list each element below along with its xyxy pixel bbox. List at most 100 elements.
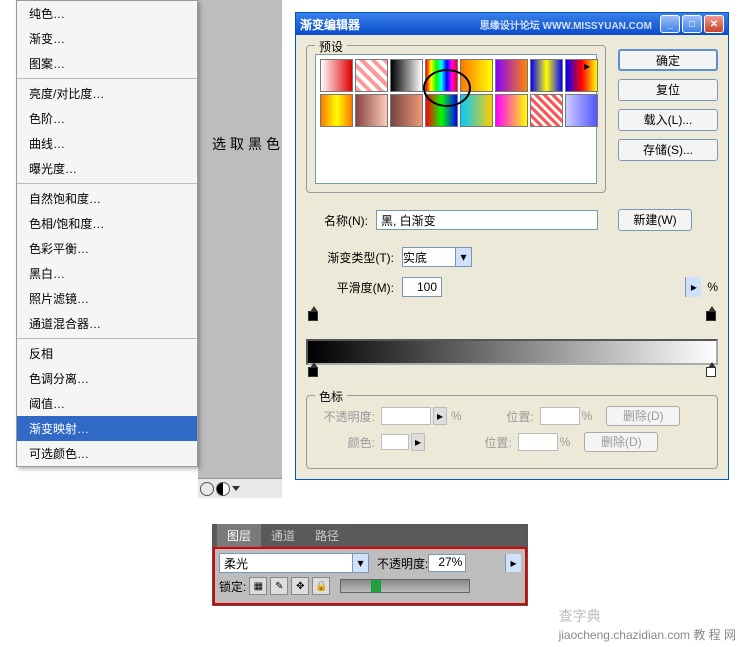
menu-item[interactable]: 可选颜色… [17, 441, 197, 466]
percent-label: % [560, 435, 571, 449]
lock-all-icon[interactable]: 🔒 [312, 577, 330, 595]
name-label: 名称(N): [306, 212, 376, 229]
chevron-right-icon[interactable]: ▸ [505, 554, 521, 572]
preset-swatch[interactable] [320, 59, 353, 92]
smooth-label: 平滑度(M): [306, 279, 402, 296]
menu-item[interactable]: 图案… [17, 51, 197, 76]
preset-swatch[interactable] [320, 94, 353, 127]
opacity-stop-right[interactable] [706, 311, 716, 321]
minimize-icon[interactable]: _ [660, 15, 680, 33]
color-label: 颜色: [317, 434, 381, 451]
preset-swatch[interactable] [390, 94, 423, 127]
opacity-label: 不透明度: [317, 408, 381, 425]
layers-panel: 图层通道路径 柔光 ▾ 不透明度: 27% ▸ 锁定: ▦ ✎ ✥ 🔒 [212, 524, 528, 606]
preset-swatch[interactable] [495, 94, 528, 127]
lock-label: 锁定: [219, 578, 246, 595]
tab[interactable]: 图层 [217, 524, 261, 547]
circle-icon [200, 482, 214, 496]
type-select[interactable]: 实底 ▾ [402, 247, 472, 267]
menu-item[interactable]: 曝光度… [17, 156, 197, 181]
stops-label: 色标 [315, 388, 347, 405]
smooth-input[interactable] [402, 277, 442, 297]
title-bar[interactable]: 渐变编辑器 思缘设计论坛 WWW.MISSYUAN.COM _ □ ✕ [296, 13, 728, 35]
ok-button[interactable]: 确定 [618, 49, 718, 71]
gradient-preview[interactable] [306, 339, 718, 365]
preset-swatch[interactable] [460, 59, 493, 92]
slider-thumb[interactable] [371, 580, 381, 592]
adjustment-menu: 纯色…渐变…图案…亮度/对比度…色阶…曲线…曝光度…自然饱和度…色相/饱和度…色… [16, 0, 198, 467]
menu-item[interactable]: 渐变… [17, 26, 197, 51]
load-button[interactable]: 载入(L)... [618, 109, 718, 131]
preset-swatch[interactable] [355, 94, 388, 127]
preset-swatch[interactable] [390, 59, 423, 92]
gradient-editor-dialog: 渐变编辑器 思缘设计论坛 WWW.MISSYUAN.COM _ □ ✕ 预设 ▸… [295, 12, 729, 480]
opacity-stop-left[interactable] [308, 311, 318, 321]
percent-label: % [451, 409, 462, 423]
preset-swatch[interactable] [355, 59, 388, 92]
menu-item[interactable]: 反相 [17, 341, 197, 366]
tab[interactable]: 路径 [305, 524, 349, 547]
lock-paint-icon[interactable]: ✎ [270, 577, 288, 595]
preset-swatch[interactable] [565, 94, 598, 127]
menu-item[interactable]: 纯色… [17, 1, 197, 26]
chevron-down-icon: ▾ [455, 248, 471, 266]
delete-button: 删除(D) [584, 432, 658, 452]
opacity-label: 不透明度: [377, 555, 428, 572]
presets-label: 预设 [315, 38, 347, 55]
position-input [518, 433, 558, 451]
lock-transparency-icon[interactable]: ▦ [249, 577, 267, 595]
close-icon[interactable]: ✕ [704, 15, 724, 33]
new-button[interactable]: 新建(W) [618, 209, 692, 231]
reset-button[interactable]: 复位 [618, 79, 718, 101]
menu-item[interactable]: 色彩平衡… [17, 236, 197, 261]
presets-group: 预设 ▸ [306, 45, 606, 193]
percent-label: % [582, 409, 593, 423]
menu-item[interactable]: 色相/饱和度… [17, 211, 197, 236]
dropdown-arrow-icon [232, 486, 240, 491]
color-swatch [381, 434, 409, 450]
menu-item[interactable]: 亮度/对比度… [17, 81, 197, 106]
preset-swatch[interactable] [565, 59, 598, 92]
color-stop-right[interactable] [706, 367, 716, 377]
stops-group: 色标 不透明度: ▸ % 位置: % 删除(D) 颜色: ▸ % 位置: % 删… [306, 395, 718, 469]
chevron-right-icon[interactable]: ▸ [685, 277, 701, 297]
dialog-title: 渐变编辑器 [300, 16, 480, 33]
page-watermark: 查字典 jiaocheng.chazidian.com 教 程 网 [559, 606, 736, 643]
preset-swatch[interactable] [530, 59, 563, 92]
status-bar [198, 478, 282, 498]
preset-swatch[interactable] [425, 59, 458, 92]
menu-item[interactable]: 阈值… [17, 391, 197, 416]
preset-menu-icon[interactable]: ▸ [584, 59, 590, 73]
chevron-right-icon: ▸ [411, 433, 425, 451]
opacity-slider[interactable] [340, 579, 470, 593]
half-circle-icon [216, 482, 230, 496]
position-label: 位置: [476, 408, 540, 425]
menu-item[interactable]: 照片滤镜… [17, 286, 197, 311]
menu-item[interactable]: 曲线… [17, 131, 197, 156]
menu-item[interactable]: 色阶… [17, 106, 197, 131]
position-input [540, 407, 580, 425]
name-input[interactable] [376, 210, 598, 230]
menu-item[interactable]: 渐变映射… [17, 416, 197, 441]
delete-button: 删除(D) [606, 406, 680, 426]
lock-position-icon[interactable]: ✥ [291, 577, 309, 595]
preset-swatch[interactable] [495, 59, 528, 92]
maximize-icon[interactable]: □ [682, 15, 702, 33]
preset-swatch[interactable] [460, 94, 493, 127]
color-stop-left[interactable] [308, 367, 318, 377]
menu-item[interactable]: 自然饱和度… [17, 186, 197, 211]
menu-item[interactable]: 通道混合器… [17, 311, 197, 336]
chevron-down-icon: ▾ [352, 554, 368, 572]
preset-swatch[interactable] [530, 94, 563, 127]
preset-swatch[interactable] [425, 94, 458, 127]
position-label: 位置: [454, 434, 518, 451]
blend-mode-select[interactable]: 柔光 ▾ [219, 553, 369, 573]
save-button[interactable]: 存储(S)... [618, 139, 718, 161]
chevron-right-icon: ▸ [433, 407, 447, 425]
menu-item[interactable]: 色调分离… [17, 366, 197, 391]
opacity-value[interactable]: 27% [428, 554, 466, 572]
type-label: 渐变类型(T): [306, 249, 402, 266]
tab[interactable]: 通道 [261, 524, 305, 547]
opacity-input [381, 407, 431, 425]
menu-item[interactable]: 黑白… [17, 261, 197, 286]
